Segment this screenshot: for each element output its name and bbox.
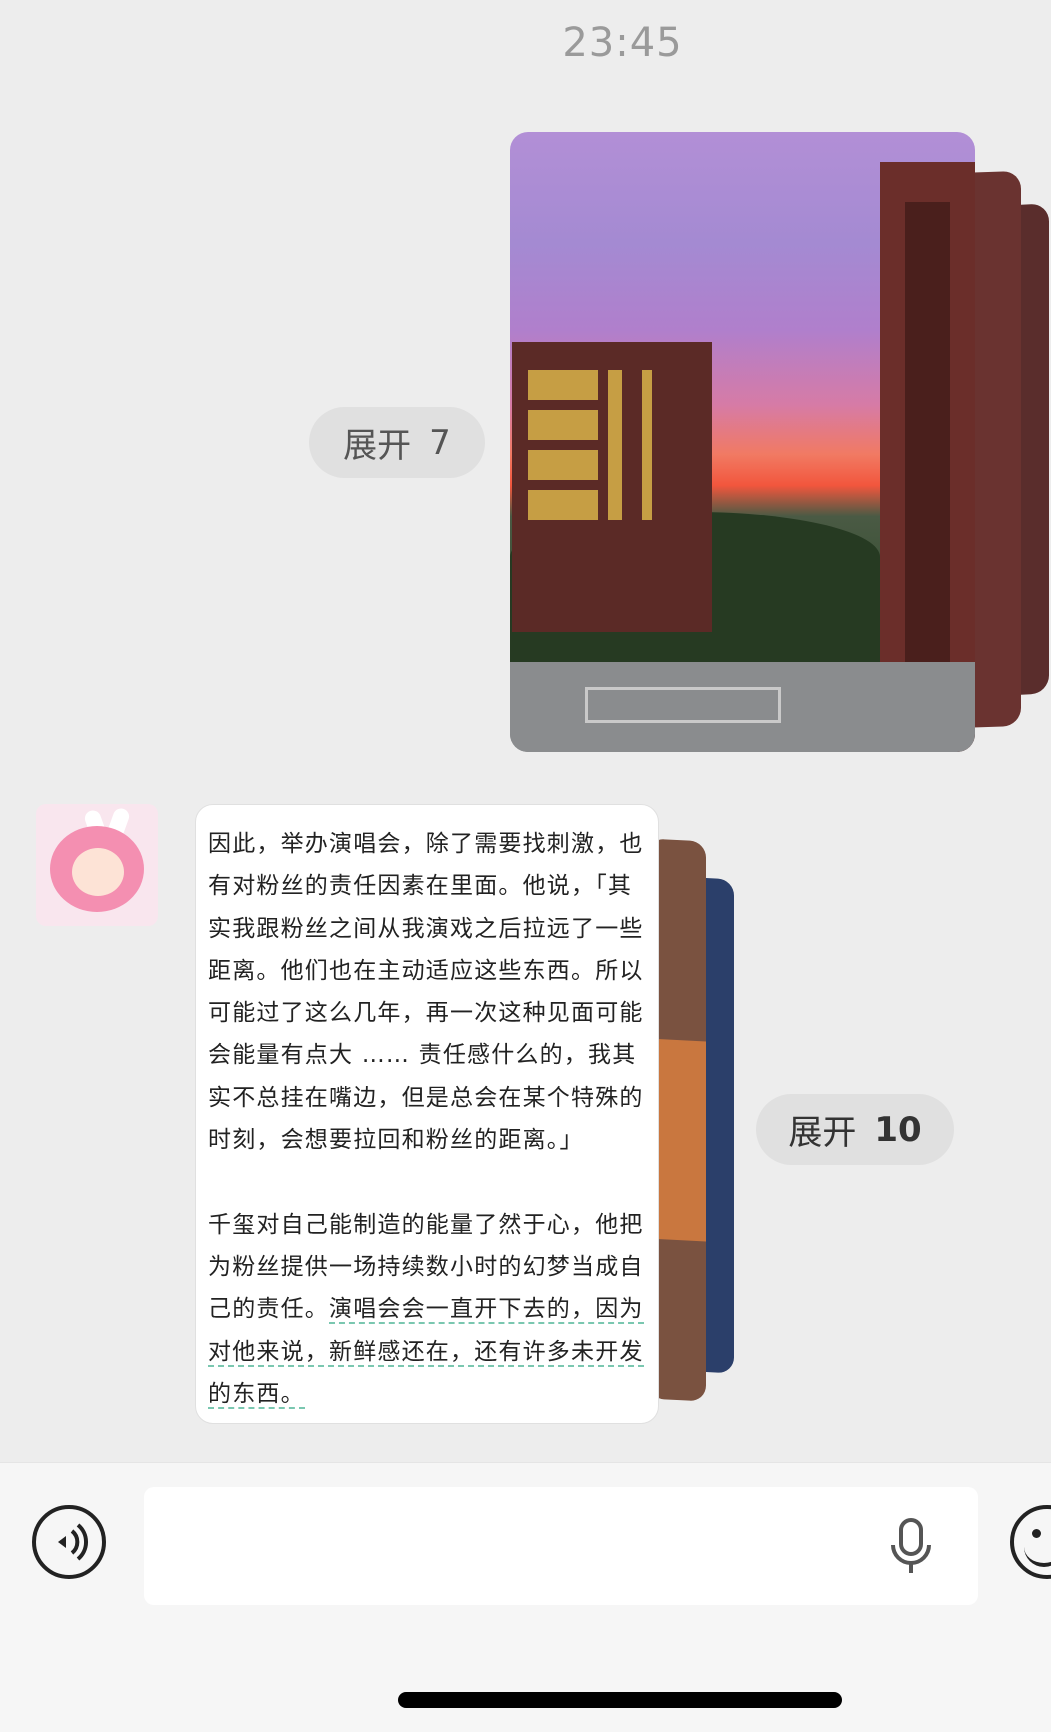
- timestamp: 23:45: [562, 20, 683, 66]
- expand-count: 10: [874, 1109, 922, 1150]
- message-input[interactable]: [144, 1487, 978, 1605]
- photo-building-left: [512, 342, 712, 632]
- message-text: 因此，举办演唱会，除了需要找刺激，也有对粉丝的责任因素在里面。他说，「其实我跟粉…: [208, 823, 646, 1415]
- home-indicator[interactable]: [398, 1692, 842, 1708]
- emoji-button[interactable]: [1010, 1505, 1051, 1579]
- expand-cards-button[interactable]: 展开 10: [756, 1094, 954, 1165]
- expand-photos-button[interactable]: 展开 7: [309, 407, 485, 478]
- voice-mode-icon: [58, 1523, 89, 1561]
- microphone-icon[interactable]: [888, 1517, 934, 1577]
- expand-label: 展开: [343, 426, 412, 466]
- message-bubble[interactable]: 因此，举办演唱会，除了需要找刺激，也有对粉丝的责任因素在里面。他说，「其实我跟粉…: [195, 804, 659, 1424]
- expand-count: 7: [429, 422, 451, 463]
- photo-rooftop: [510, 662, 975, 752]
- sunset-building-photo[interactable]: [510, 132, 975, 752]
- avatar[interactable]: [36, 804, 158, 926]
- voice-mode-button[interactable]: [32, 1505, 106, 1579]
- expand-label: 展开: [788, 1113, 857, 1153]
- message-text-plain: 因此，举办演唱会，除了需要找刺激，也有对粉丝的责任因素在里面。他说，「其实我跟粉…: [208, 831, 644, 1323]
